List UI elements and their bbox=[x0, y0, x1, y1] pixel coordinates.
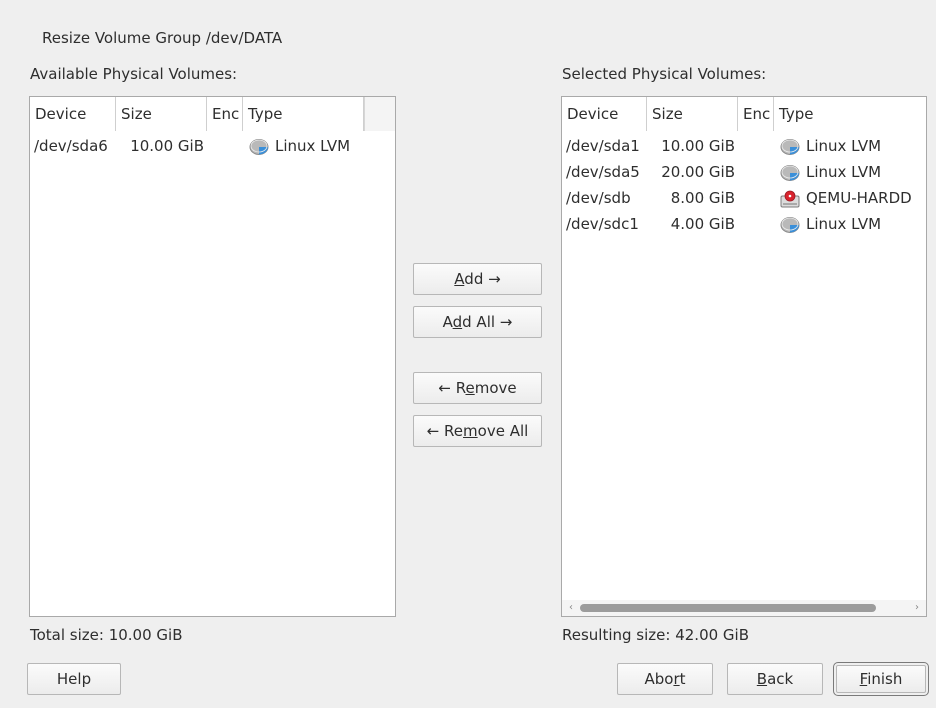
table-row[interactable]: /dev/sda6 10.00 GiB Linux LVM bbox=[30, 134, 395, 159]
table-row[interactable]: /dev/sda5 20.00 GiB Linux LVM bbox=[562, 160, 926, 185]
abort-button[interactable]: Abort bbox=[617, 663, 713, 695]
lvm-disk-icon bbox=[249, 138, 269, 155]
size-cell: 20.00 GiB bbox=[661, 163, 735, 181]
type-cell: Linux LVM bbox=[780, 212, 881, 237]
col-device[interactable]: Device bbox=[562, 97, 647, 131]
selected-pv-table[interactable]: Device Size Enc Type /dev/sda1 10.00 GiB… bbox=[561, 96, 927, 617]
col-size[interactable]: Size bbox=[116, 97, 207, 131]
add-all-button[interactable]: Add All → bbox=[413, 306, 542, 338]
finish-button[interactable]: Finish bbox=[833, 662, 929, 696]
size-cell: 10.00 GiB bbox=[130, 137, 204, 155]
size-cell: 10.00 GiB bbox=[661, 137, 735, 155]
type-cell: Linux LVM bbox=[249, 134, 350, 159]
type-label: Linux LVM bbox=[806, 215, 882, 233]
lvm-disk-icon bbox=[780, 164, 800, 181]
table-header: Device Size Enc Type bbox=[562, 97, 926, 131]
scrollbar-thumb[interactable] bbox=[580, 604, 876, 612]
add-button[interactable]: Add → bbox=[413, 263, 542, 295]
size-cell: 4.00 GiB bbox=[670, 215, 735, 233]
col-device[interactable]: Device bbox=[30, 97, 116, 131]
col-type[interactable]: Type bbox=[774, 97, 926, 131]
device-cell: /dev/sda5 bbox=[566, 163, 640, 181]
help-button[interactable]: Help bbox=[27, 663, 121, 695]
available-pv-label: Available Physical Volumes: bbox=[30, 65, 238, 83]
remove-button[interactable]: ← Remove bbox=[413, 372, 542, 404]
type-cell: Linux LVM bbox=[780, 134, 881, 159]
selected-pv-label: Selected Physical Volumes: bbox=[562, 65, 767, 83]
device-cell: /dev/sdb bbox=[566, 189, 631, 207]
device-cell: /dev/sdc1 bbox=[566, 215, 639, 233]
type-label: QEMU-HARDD bbox=[806, 189, 912, 207]
col-enc[interactable]: Enc bbox=[738, 97, 774, 131]
scroll-right-icon[interactable]: › bbox=[910, 600, 924, 616]
resulting-size-label: Resulting size: 42.00 GiB bbox=[562, 626, 750, 644]
table-header: Device Size Enc Type bbox=[30, 97, 395, 131]
lvm-disk-icon bbox=[780, 216, 800, 233]
col-size[interactable]: Size bbox=[647, 97, 738, 131]
hard-disk-icon bbox=[780, 190, 800, 207]
header-filler bbox=[364, 97, 395, 131]
col-enc[interactable]: Enc bbox=[207, 97, 243, 131]
type-label: Linux LVM bbox=[806, 163, 882, 181]
col-type[interactable]: Type bbox=[243, 97, 364, 131]
table-row[interactable]: /dev/sdb 8.00 GiB QEMU-HARDD bbox=[562, 186, 926, 211]
available-pv-table[interactable]: Device Size Enc Type /dev/sda6 10.00 GiB… bbox=[29, 96, 396, 617]
lvm-disk-icon bbox=[780, 138, 800, 155]
size-cell: 8.00 GiB bbox=[670, 189, 735, 207]
type-label: Linux LVM bbox=[806, 137, 882, 155]
dialog-title: Resize Volume Group /dev/DATA bbox=[42, 29, 283, 47]
table-row[interactable]: /dev/sda1 10.00 GiB Linux LVM bbox=[562, 134, 926, 159]
type-cell: Linux LVM bbox=[780, 160, 881, 185]
back-button[interactable]: Back bbox=[727, 663, 823, 695]
device-cell: /dev/sda1 bbox=[566, 137, 640, 155]
horizontal-scrollbar[interactable]: ‹ › bbox=[562, 600, 926, 616]
table-row[interactable]: /dev/sdc1 4.00 GiB Linux LVM bbox=[562, 212, 926, 237]
total-size-label: Total size: 10.00 GiB bbox=[30, 626, 183, 644]
remove-all-button[interactable]: ← Remove All bbox=[413, 415, 542, 447]
scroll-left-icon[interactable]: ‹ bbox=[564, 600, 578, 616]
type-label: Linux LVM bbox=[275, 137, 351, 155]
device-cell: /dev/sda6 bbox=[34, 137, 108, 155]
type-cell: QEMU-HARDD bbox=[780, 186, 912, 211]
